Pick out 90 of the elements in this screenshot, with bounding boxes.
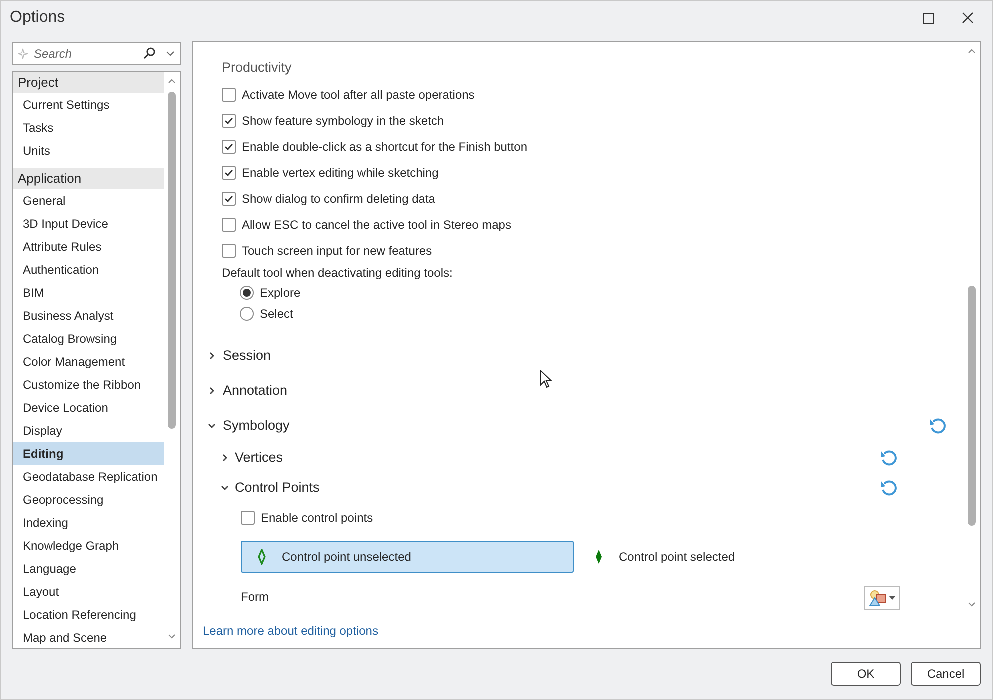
category-item[interactable]: Location Referencing — [13, 603, 164, 626]
symbol-option[interactable]: Control point unselected — [241, 541, 574, 574]
symbol-option[interactable]: Control point selected — [578, 541, 752, 574]
scrollbar-thumb[interactable] — [968, 286, 976, 526]
reset-icon[interactable] — [928, 416, 948, 435]
category-item[interactable]: Geoprocessing — [13, 488, 164, 511]
category-header: Application — [13, 168, 164, 189]
check-icon — [224, 168, 234, 178]
category-item[interactable]: Color Management — [13, 350, 164, 373]
caret-icon — [888, 596, 896, 600]
search-box[interactable]: Search — [12, 42, 181, 65]
dropdown-icon[interactable] — [166, 50, 175, 56]
category-item[interactable]: BIM — [13, 281, 164, 304]
checkbox[interactable] — [241, 511, 255, 526]
chevron-right-icon[interactable] — [221, 454, 229, 462]
check-icon — [224, 194, 234, 204]
category-item[interactable]: Units — [13, 139, 164, 162]
category-item[interactable]: Knowledge Graph — [13, 534, 164, 557]
check-icon — [224, 142, 234, 152]
checkbox[interactable] — [222, 244, 236, 258]
subsection-title[interactable]: Control Points — [235, 478, 320, 498]
checkbox[interactable] — [222, 114, 236, 128]
option-label: Activate Move tool after all paste operations — [242, 87, 475, 104]
window-title: Options — [10, 8, 66, 28]
chevron-right-icon[interactable] — [208, 386, 216, 395]
radio-label: Explore — [260, 284, 301, 302]
cursor-icon — [540, 370, 553, 389]
reset-icon[interactable] — [879, 449, 899, 468]
symbol-picker-button[interactable] — [864, 586, 900, 610]
scroll-down-icon[interactable] — [968, 602, 976, 608]
scroll-down-icon[interactable] — [168, 634, 176, 640]
dialog-button[interactable]: Cancel — [911, 662, 981, 686]
category-item[interactable]: Indexing — [13, 511, 164, 534]
section-title[interactable]: Session — [223, 346, 272, 366]
chevron-down-icon[interactable] — [208, 422, 216, 430]
checkbox[interactable] — [222, 166, 236, 180]
chevron-right-icon[interactable] — [208, 352, 216, 360]
option-label: Enable double-click as a shortcut for the Finish button — [242, 139, 528, 156]
category-item[interactable]: Geodatabase Replication — [13, 465, 164, 488]
option-label: Enable vertex editing while sketching — [242, 165, 439, 182]
category-item[interactable]: Device Location — [13, 396, 164, 419]
category-item[interactable]: Authentication — [13, 258, 164, 281]
checkbox[interactable] — [222, 140, 236, 154]
radio-button[interactable] — [240, 306, 254, 321]
category-item[interactable]: 3D Input Device — [13, 212, 164, 235]
category-item[interactable]: General — [13, 189, 164, 212]
category-item[interactable]: Language — [13, 557, 164, 580]
category-item[interactable]: Editing — [13, 442, 164, 465]
subsection-title[interactable]: Vertices — [235, 448, 284, 468]
check-icon — [224, 116, 234, 126]
checkbox[interactable] — [222, 192, 236, 206]
help-link[interactable]: Learn more about editing options — [203, 622, 378, 640]
sparkle-icon — [18, 48, 30, 60]
diamond-outline-icon — [258, 549, 266, 566]
section-title[interactable]: Symbology — [223, 416, 290, 436]
category-item[interactable]: Display — [13, 419, 164, 442]
reset-icon[interactable] — [879, 479, 899, 498]
option-label: Default tool when deactivating editing tools: — [222, 265, 453, 282]
dialog-button[interactable]: OK — [831, 662, 901, 686]
option-label: Allow ESC to cancel the active tool in Stereo maps — [242, 217, 512, 234]
form-label: Form — [241, 589, 269, 606]
scroll-up-icon[interactable] — [968, 48, 976, 54]
chevron-down-icon[interactable] — [221, 484, 229, 492]
option-label: Enable control points — [261, 510, 374, 528]
scroll-up-icon[interactable] — [168, 78, 176, 84]
checkbox[interactable] — [222, 88, 236, 102]
category-item[interactable]: Customize the Ribbon — [13, 373, 164, 396]
category-item[interactable]: Tasks — [13, 116, 164, 139]
category-item[interactable]: Catalog Browsing — [13, 327, 164, 350]
category-item[interactable]: Current Settings — [13, 93, 164, 116]
close-icon[interactable] — [962, 12, 974, 24]
category-item[interactable]: Business Analyst — [13, 304, 164, 327]
maximize-icon[interactable] — [923, 12, 934, 24]
option-label: Show feature symbology in the sketch — [242, 113, 444, 130]
diamond-icon — [595, 549, 603, 566]
search-input[interactable]: Search — [34, 44, 139, 62]
section-heading: Productivity — [221, 59, 293, 77]
category-item[interactable]: Map and Scene — [13, 626, 164, 648]
search-icon[interactable] — [143, 47, 156, 60]
radio-button[interactable] — [240, 286, 254, 300]
category-item[interactable]: Layout — [13, 580, 164, 603]
checkbox[interactable] — [222, 218, 236, 232]
category-header: Project — [13, 72, 164, 93]
shapes-icon — [868, 589, 886, 608]
scrollbar-thumb[interactable] — [168, 92, 176, 429]
radio-label: Select — [260, 306, 294, 323]
category-item[interactable]: Attribute Rules — [13, 235, 164, 258]
option-label: Show dialog to confirm deleting data — [242, 191, 436, 208]
option-label: Touch screen input for new features — [242, 243, 432, 260]
section-title[interactable]: Annotation — [223, 380, 288, 401]
